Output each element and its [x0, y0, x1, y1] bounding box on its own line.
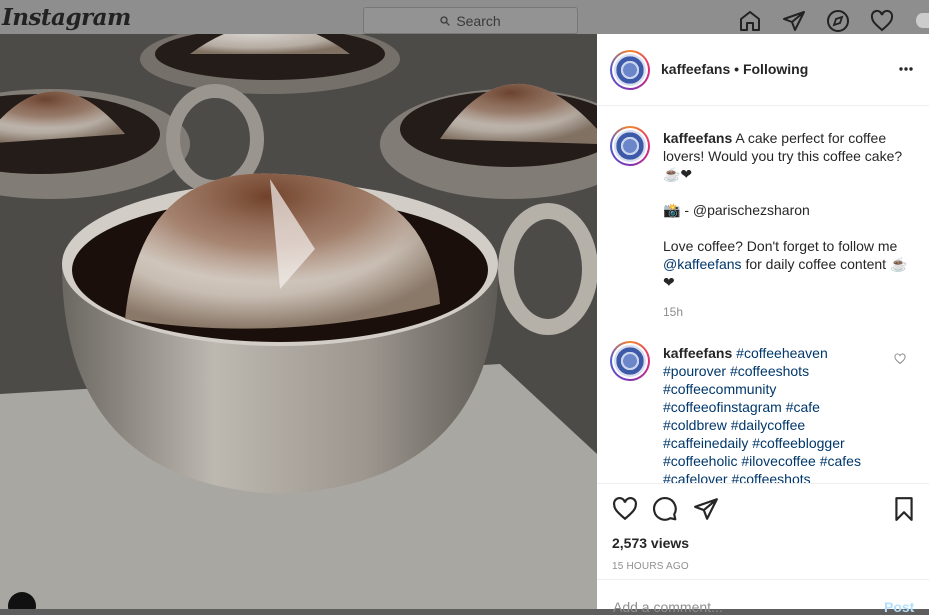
- hashtag-link[interactable]: #ilovecoffee: [741, 453, 815, 469]
- post-media-video[interactable]: [0, 34, 597, 609]
- hashtag-link[interactable]: #cafe: [786, 399, 820, 415]
- activity-heart-icon[interactable]: [870, 9, 894, 33]
- profile-avatar-icon[interactable]: [916, 13, 929, 28]
- hashtag-link[interactable]: #coffeecommunity: [663, 381, 776, 397]
- search-placeholder: Search: [456, 12, 501, 29]
- search-box[interactable]: Search: [363, 7, 578, 34]
- post-comment-button[interactable]: Post: [884, 599, 914, 615]
- comment-input[interactable]: Add a comment...: [613, 599, 723, 615]
- caption-username[interactable]: kaffeefans: [663, 130, 732, 146]
- caption-avatar[interactable]: [610, 126, 650, 166]
- direct-messages-icon[interactable]: [782, 9, 806, 33]
- separator-dot: •: [734, 61, 740, 77]
- save-bookmark-icon[interactable]: [891, 496, 917, 522]
- instagram-logo[interactable]: Instagram: [2, 4, 131, 31]
- caption-time[interactable]: 15h: [663, 303, 918, 321]
- like-heart-icon[interactable]: [612, 496, 638, 522]
- hashtag-link[interactable]: #coffeeblogger: [752, 435, 844, 451]
- share-icon[interactable]: [693, 496, 719, 522]
- post-header: kaffeefans • Following: [597, 34, 929, 106]
- comment-avatar[interactable]: [610, 341, 650, 381]
- comment-bubble-icon[interactable]: [652, 496, 678, 522]
- more-horizontal-icon[interactable]: [898, 66, 914, 72]
- add-comment-bar: Add a comment... Post: [597, 579, 929, 615]
- home-icon[interactable]: [738, 9, 762, 33]
- author-avatar[interactable]: [610, 50, 650, 90]
- comments-list[interactable]: kaffeefans A cake perfect for coffee lov…: [597, 107, 929, 486]
- post-actions: 2,573 views 15 HOURS AGO: [597, 483, 929, 579]
- hashtag-link[interactable]: #coffeeshots: [730, 363, 809, 379]
- hashtag-link[interactable]: #coldbrew: [663, 417, 727, 433]
- author-username[interactable]: kaffeefans: [661, 61, 730, 77]
- hashtag-link[interactable]: #coffeeofinstagram: [663, 399, 782, 415]
- caption-cta: Love coffee? Don't forget to follow me: [663, 238, 898, 254]
- hashtag-link[interactable]: #caffeinedaily: [663, 435, 748, 451]
- comment: kaffeefans #coffeeheaven #pourover #coff…: [663, 344, 883, 486]
- views-count[interactable]: 2,573 views: [612, 535, 689, 551]
- hashtag-link[interactable]: #coffeeheaven: [736, 345, 828, 361]
- author-line: kaffeefans • Following: [661, 61, 808, 77]
- caption-mention-link[interactable]: @kaffeefans: [663, 256, 742, 272]
- explore-icon[interactable]: [826, 9, 850, 33]
- search-icon: [440, 15, 451, 26]
- caption: kaffeefans A cake perfect for coffee lov…: [663, 129, 918, 321]
- hashtag-link[interactable]: #coffeeholic: [663, 453, 737, 469]
- coffee-cake-image: [0, 34, 597, 609]
- hashtag-link[interactable]: #cafes: [820, 453, 861, 469]
- caption-credit: 📸 - @parischezsharon: [663, 202, 810, 218]
- hashtag-link[interactable]: #pourover: [663, 363, 726, 379]
- comment-like-heart-icon[interactable]: [894, 353, 906, 365]
- hashtag-link[interactable]: #dailycoffee: [731, 417, 805, 433]
- post-timestamp[interactable]: 15 HOURS AGO: [612, 561, 689, 572]
- comment-username[interactable]: kaffeefans: [663, 345, 732, 361]
- post-details-panel: kaffeefans • Following kaffeefans A cake…: [597, 34, 929, 615]
- follow-status[interactable]: Following: [743, 61, 808, 77]
